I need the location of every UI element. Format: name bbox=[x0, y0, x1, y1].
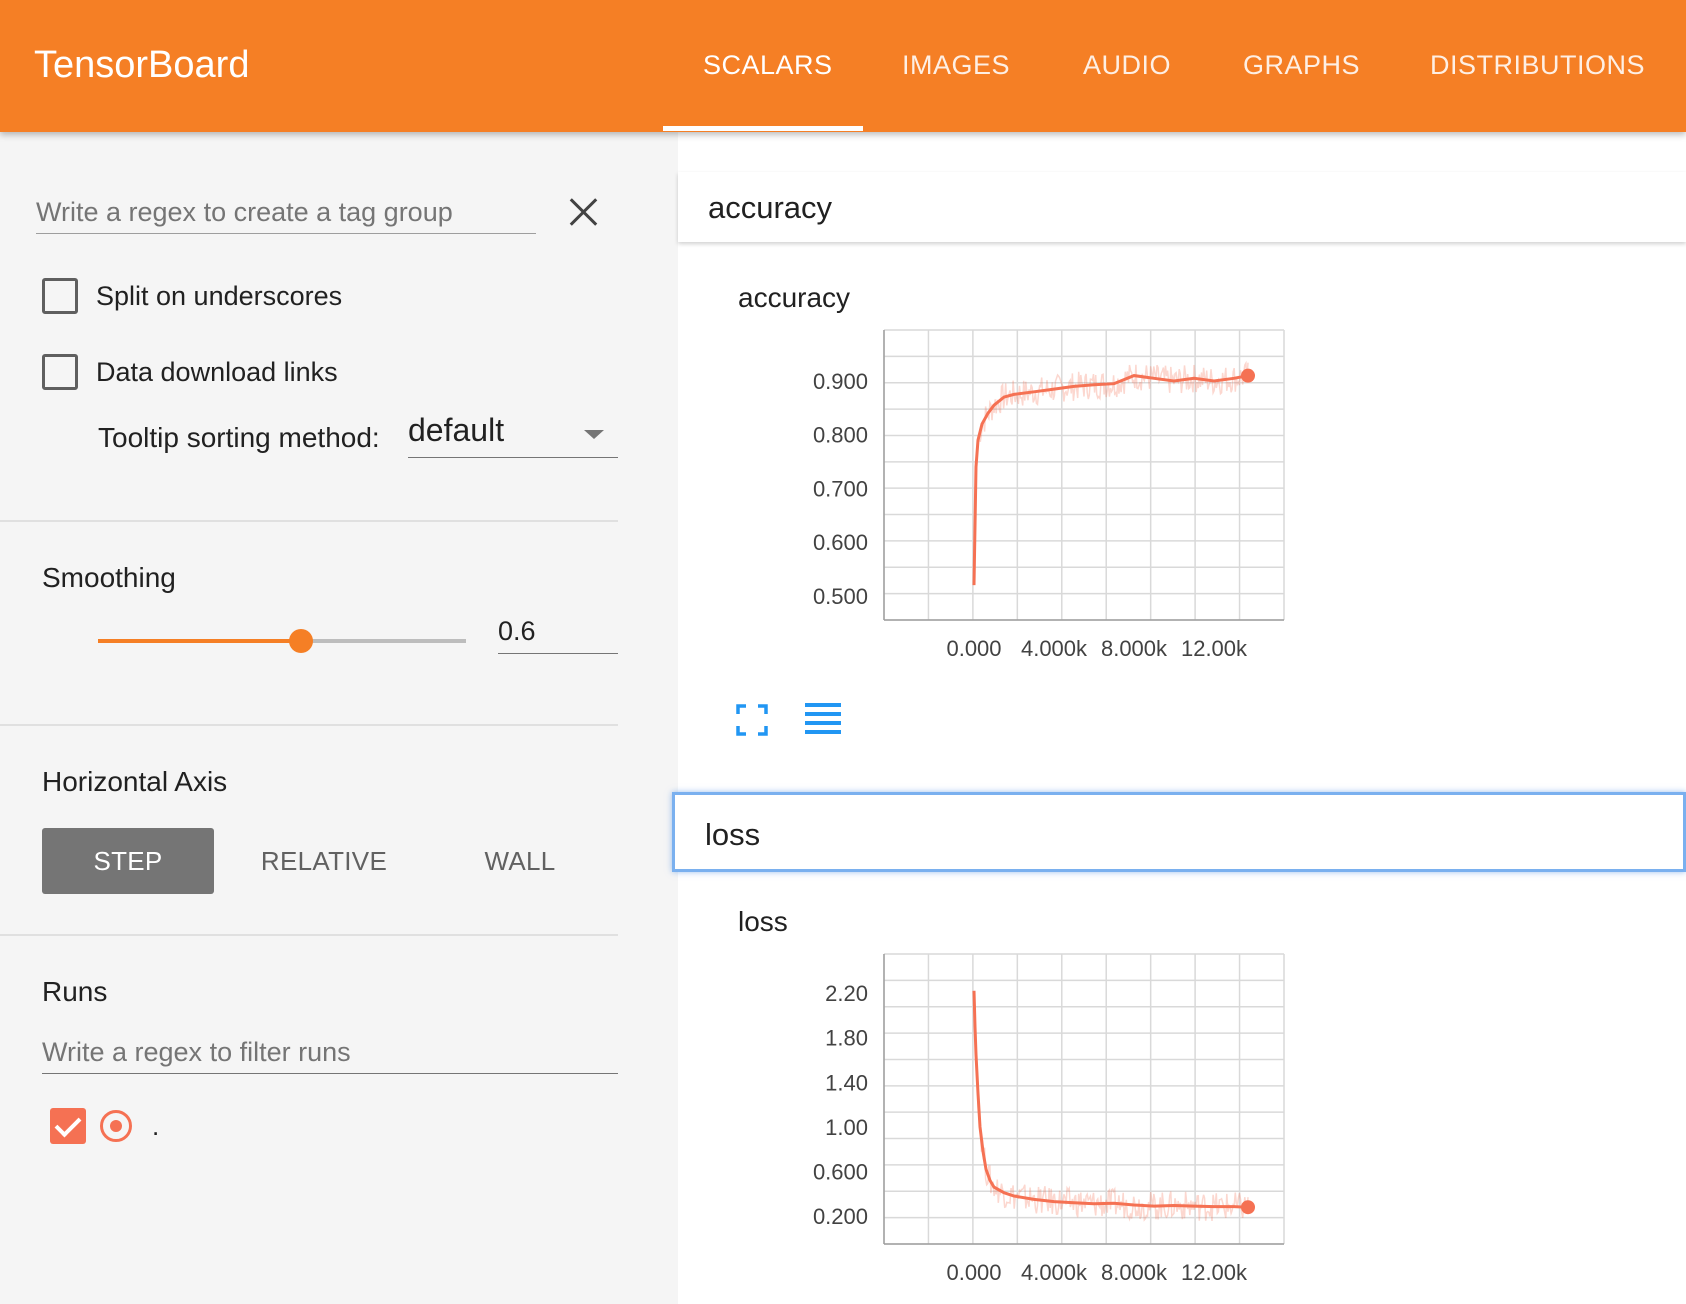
tooltip-sorting-label: Tooltip sorting method: bbox=[98, 422, 380, 453]
y-tick-label: 0.900 bbox=[813, 369, 868, 394]
x-tick-label: 4.000k bbox=[1021, 1260, 1088, 1285]
loss-chart[interactable]: 2.20 1.80 1.40 1.00 0.600 0.200 0.000 4.000k 8.0… bbox=[736, 944, 1316, 1304]
tab-distributions[interactable]: DISTRIBUTIONS bbox=[1430, 50, 1645, 81]
y-tick-label: 0.200 bbox=[813, 1204, 868, 1229]
loss-chart-title: loss bbox=[738, 906, 788, 937]
y-tick-label: 0.600 bbox=[813, 1160, 868, 1185]
split-underscores-option[interactable]: Split on underscores bbox=[42, 278, 342, 314]
accuracy-category-title: accuracy bbox=[708, 190, 833, 225]
y-tick-label: 1.40 bbox=[825, 1070, 868, 1095]
runs-filter-input[interactable] bbox=[42, 1032, 618, 1074]
y-tick-label: 2.20 bbox=[825, 981, 868, 1006]
accuracy-chart-title: accuracy bbox=[738, 282, 851, 313]
loss-category-header[interactable]: loss bbox=[672, 792, 1686, 872]
tab-images[interactable]: IMAGES bbox=[902, 50, 1010, 81]
tab-graphs[interactable]: GRAPHS bbox=[1243, 50, 1360, 81]
x-tick-label: 4.000k bbox=[1021, 636, 1088, 661]
tooltip-sorting-select[interactable]: default bbox=[408, 410, 618, 458]
tab-scalars[interactable]: SCALARS bbox=[703, 50, 833, 81]
slider-knob[interactable] bbox=[289, 629, 314, 653]
run-radio-button[interactable] bbox=[100, 1110, 132, 1142]
smoothing-slider[interactable] bbox=[98, 626, 466, 656]
y-tick-label: 1.00 bbox=[825, 1115, 868, 1140]
section-divider bbox=[0, 934, 618, 936]
smoothed-series-line bbox=[972, 374, 1249, 586]
horizontal-axis-title: Horizontal Axis bbox=[42, 766, 228, 797]
data-table-list-icon[interactable] bbox=[804, 700, 842, 738]
dropdown-caret-icon bbox=[584, 430, 604, 439]
slider-fill bbox=[98, 639, 302, 643]
y-tick-label: 0.700 bbox=[813, 476, 868, 501]
smoothing-value-field[interactable]: 0.6 bbox=[498, 612, 618, 654]
split-underscores-checkbox[interactable] bbox=[42, 278, 78, 314]
section-divider bbox=[0, 520, 618, 522]
x-tick-label: 8.000k bbox=[1101, 636, 1168, 661]
y-tick-label: 1.80 bbox=[825, 1026, 868, 1051]
raw-series-line bbox=[973, 990, 1249, 1222]
run-checkbox[interactable] bbox=[50, 1108, 86, 1144]
split-underscores-label: Split on underscores bbox=[96, 280, 343, 311]
axis-relative-button[interactable]: RELATIVE bbox=[244, 828, 404, 894]
run-name: . bbox=[152, 1110, 160, 1141]
x-tick-label: 12.00k bbox=[1181, 636, 1248, 661]
section-divider bbox=[0, 724, 618, 726]
clear-regex-close-icon[interactable] bbox=[566, 194, 602, 230]
scalars-dashboard: accuracy accuracy 0.900 0.800 0.700 0.600 0.… bbox=[672, 132, 1686, 1304]
tag-group-regex-input[interactable] bbox=[36, 192, 536, 234]
x-tick-label: 0.000 bbox=[946, 1260, 1001, 1285]
accuracy-category-header[interactable]: accuracy bbox=[678, 172, 1686, 242]
axis-step-button[interactable]: STEP bbox=[42, 828, 214, 894]
tooltip-sorting-value: default bbox=[408, 412, 505, 448]
accuracy-chart[interactable]: 0.900 0.800 0.700 0.600 0.500 0.000 4.000k 8.00… bbox=[736, 320, 1316, 680]
y-tick-label: 0.600 bbox=[813, 530, 868, 555]
x-tick-label: 8.000k bbox=[1101, 1260, 1168, 1285]
axis-wall-button[interactable]: WALL bbox=[440, 828, 600, 894]
runs-title: Runs bbox=[42, 976, 108, 1007]
x-tick-label: 12.00k bbox=[1181, 1260, 1248, 1285]
fullscreen-icon[interactable] bbox=[736, 704, 768, 736]
top-app-bar: TensorBoard SCALARS IMAGES AUDIO GRAPHS … bbox=[0, 0, 1686, 132]
sidebar: Split on underscores Data download links… bbox=[0, 132, 678, 1304]
loss-category-title: loss bbox=[705, 817, 761, 852]
y-tick-label: 0.500 bbox=[813, 584, 868, 609]
series-end-point bbox=[1241, 1200, 1255, 1215]
series-end-point bbox=[1241, 368, 1255, 383]
download-links-label: Data download links bbox=[96, 356, 338, 387]
tab-audio[interactable]: AUDIO bbox=[1083, 50, 1171, 81]
run-item: . bbox=[50, 1108, 159, 1144]
smoothing-title: Smoothing bbox=[42, 562, 176, 593]
smoothed-series-line bbox=[972, 990, 1249, 1209]
download-links-option[interactable]: Data download links bbox=[42, 354, 338, 390]
x-tick-label: 0.000 bbox=[946, 636, 1001, 661]
active-tab-indicator bbox=[663, 126, 863, 131]
main-tabs: SCALARS IMAGES AUDIO GRAPHS DISTRIBUTION… bbox=[0, 0, 1686, 132]
download-links-checkbox[interactable] bbox=[42, 354, 78, 390]
raw-series-line bbox=[973, 360, 1249, 586]
y-tick-label: 0.800 bbox=[813, 423, 868, 448]
